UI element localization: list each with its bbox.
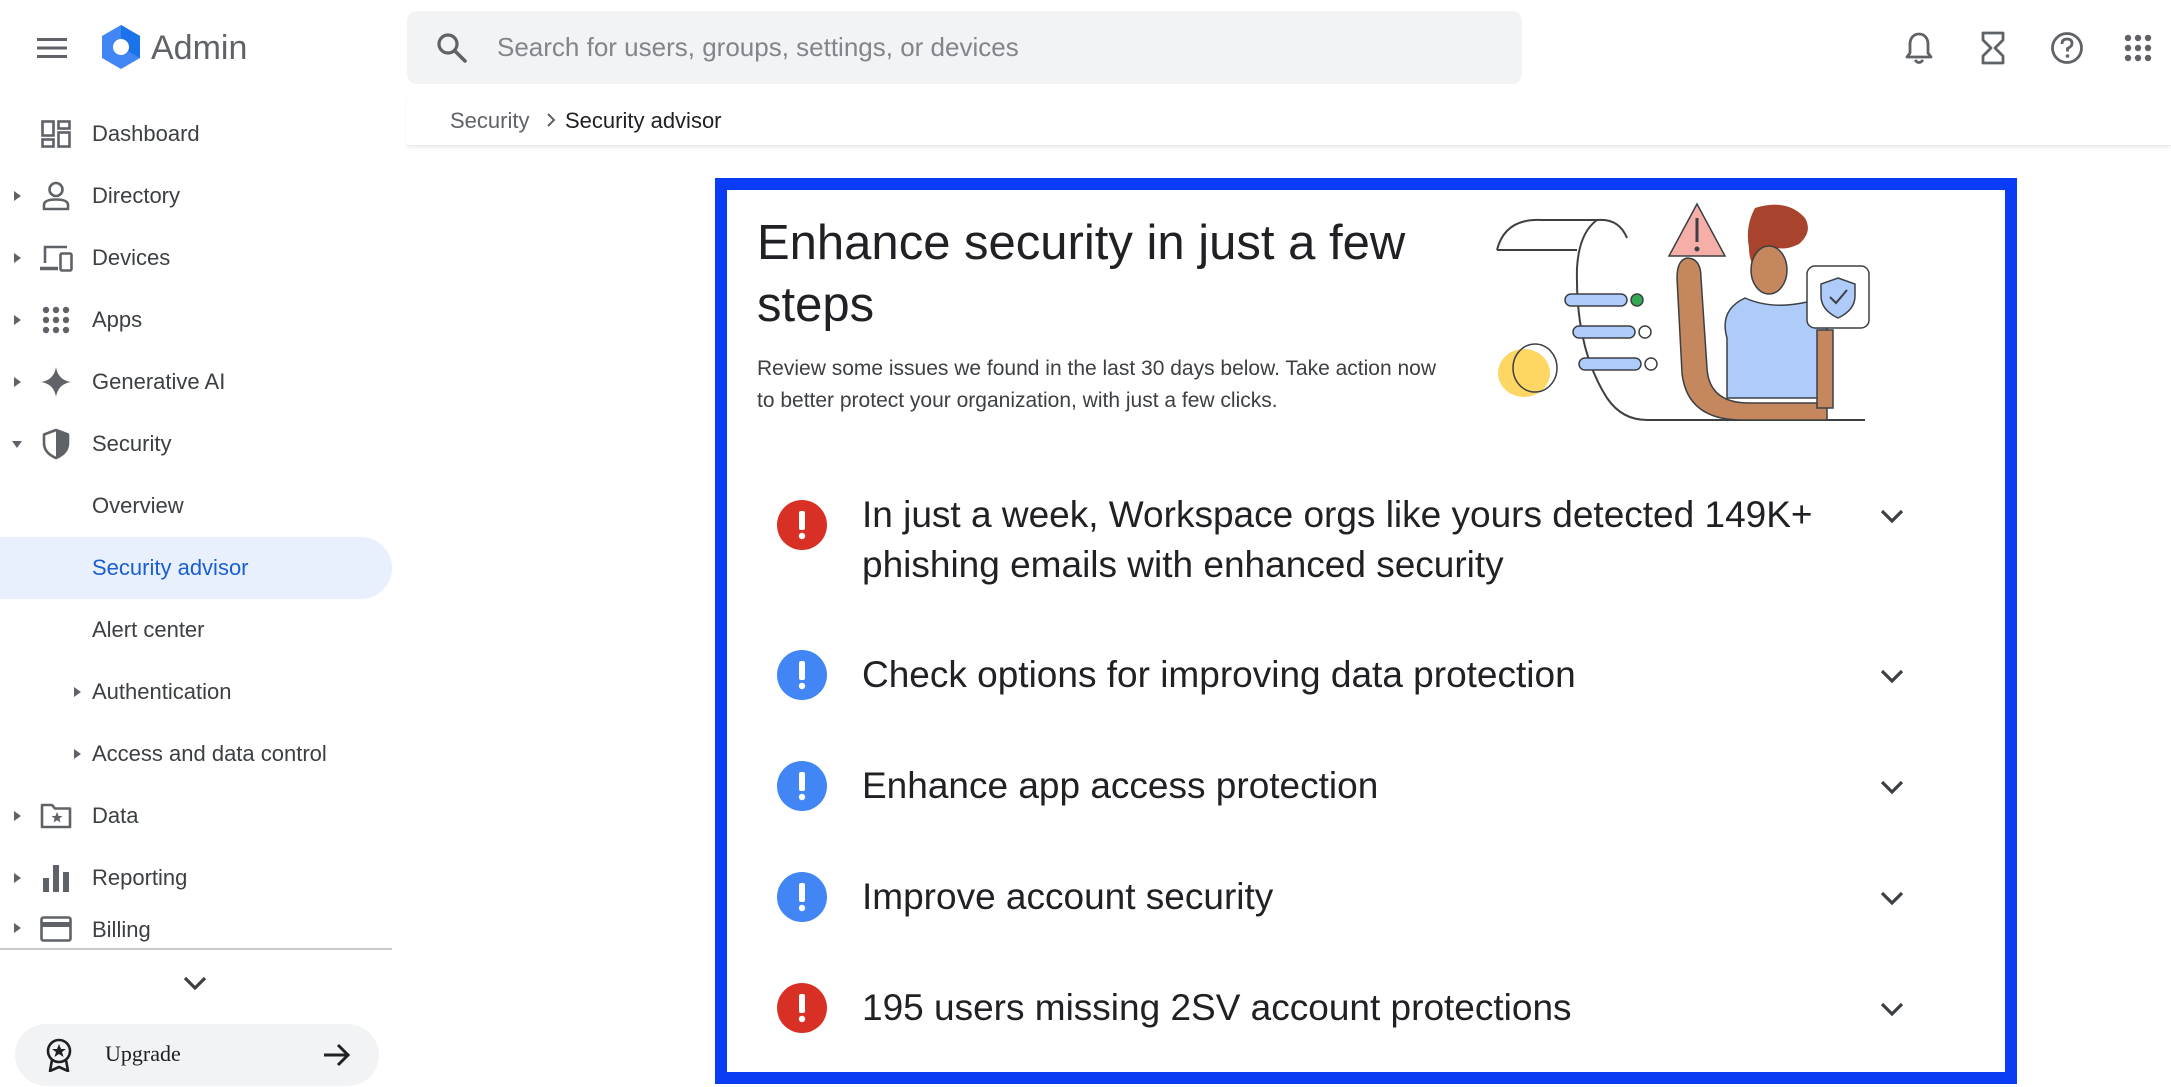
chevron-right-icon xyxy=(547,113,556,127)
sidebar-item-label: Authentication xyxy=(92,679,232,704)
sidebar-item-label: Data xyxy=(92,803,139,828)
sidebar-item-label: Directory xyxy=(92,183,181,208)
notifications-button[interactable] xyxy=(1895,24,1943,72)
credit-card-icon xyxy=(38,911,74,947)
issue-item-2sv[interactable]: 195 users missing 2SV account protection… xyxy=(765,983,1945,1038)
sidebar-item-generative-ai[interactable]: Generative AI xyxy=(0,351,392,413)
issue-item-account-security[interactable]: Improve account security xyxy=(765,872,1945,927)
chevron-down-icon[interactable] xyxy=(1877,995,1907,1025)
sidebar-item-label: Billing xyxy=(92,917,151,942)
sidebar-item-label: Generative AI xyxy=(92,369,226,394)
info-alert-icon xyxy=(777,761,827,811)
caret-right-icon[interactable] xyxy=(70,685,84,699)
breadcrumb: Security Security advisor xyxy=(407,96,2171,146)
apps-dots-icon xyxy=(38,302,74,338)
issue-text: Enhance app access protection xyxy=(862,765,1379,806)
search-icon[interactable] xyxy=(435,31,469,65)
sidebar-item-access-and-data-control[interactable]: Access and data control xyxy=(0,723,392,785)
caret-right-icon[interactable] xyxy=(10,375,24,389)
sidebar-item-devices[interactable]: Devices xyxy=(0,227,392,289)
chevron-down-icon[interactable] xyxy=(1877,773,1907,803)
top-bar: Admin xyxy=(0,0,2171,96)
info-alert-icon xyxy=(777,650,827,700)
award-icon xyxy=(46,1038,72,1072)
issue-item-app-access[interactable]: Enhance app access protection xyxy=(765,761,1945,816)
chevron-down-icon xyxy=(183,976,207,991)
issue-item-data-protection[interactable]: Check options for improving data protect… xyxy=(765,650,1945,705)
help-button[interactable] xyxy=(2043,24,2091,72)
google-apps-button[interactable] xyxy=(2114,24,2162,72)
sidebar-item-security-advisor[interactable]: Security advisor xyxy=(0,537,392,599)
sidebar-item-overview[interactable]: Overview xyxy=(0,475,392,537)
dashboard-icon xyxy=(38,116,74,152)
breadcrumb-parent-link[interactable]: Security xyxy=(450,108,529,134)
bar-chart-icon xyxy=(38,860,74,896)
upgrade-label: Upgrade xyxy=(105,1041,181,1066)
app-title[interactable]: Admin xyxy=(151,26,247,70)
sidebar: Dashboard Directory Devices Apps Generat… xyxy=(0,96,392,1087)
chevron-down-icon[interactable] xyxy=(1877,662,1907,692)
sidebar-item-directory[interactable]: Directory xyxy=(0,165,392,227)
card-title: Enhance security in just a few steps xyxy=(757,216,1406,332)
hourglass-icon xyxy=(1981,31,2005,65)
sparkle-icon xyxy=(38,364,74,400)
sidebar-item-label: Access and data control xyxy=(92,741,327,766)
caret-right-icon[interactable] xyxy=(10,871,24,885)
bell-icon xyxy=(1905,32,1933,64)
security-illustration xyxy=(1496,202,1870,421)
devices-icon xyxy=(38,240,74,276)
admin-logo-icon[interactable] xyxy=(98,24,144,70)
caret-right-icon[interactable] xyxy=(10,189,24,203)
help-icon xyxy=(2051,32,2083,64)
info-alert-icon xyxy=(777,872,827,922)
sidebar-item-label: Reporting xyxy=(92,865,188,890)
caret-right-icon[interactable] xyxy=(10,921,24,935)
search-input[interactable] xyxy=(497,11,1497,84)
sidebar-item-label: Dashboard xyxy=(92,121,200,146)
folder-star-icon xyxy=(38,798,74,834)
sidebar-item-label: Alert center xyxy=(92,617,205,642)
breadcrumb-current: Security advisor xyxy=(565,108,722,133)
card-subtitle: Review some issues we found in the last … xyxy=(757,357,1436,412)
chevron-down-icon[interactable] xyxy=(1877,502,1907,532)
sidebar-item-reporting[interactable]: Reporting xyxy=(0,847,392,909)
sidebar-item-label: Devices xyxy=(92,245,171,270)
chevron-down-icon[interactable] xyxy=(1877,884,1907,914)
caret-right-icon[interactable] xyxy=(70,747,84,761)
issue-text: Check options for improving data protect… xyxy=(862,654,1576,695)
issue-item-phishing[interactable]: In just a week, Workspace orgs like your… xyxy=(765,490,1945,590)
sidebar-item-label: Overview xyxy=(92,493,184,518)
tasks-button[interactable] xyxy=(1969,24,2017,72)
critical-alert-icon xyxy=(777,983,827,1033)
sidebar-item-data[interactable]: Data xyxy=(0,785,392,847)
person-icon xyxy=(38,178,74,214)
caret-down-icon[interactable] xyxy=(10,437,24,451)
issue-text: In just a week, Workspace orgs like your… xyxy=(862,494,1813,585)
upgrade-button[interactable]: Upgrade xyxy=(15,1024,379,1086)
sidebar-item-label: Security advisor xyxy=(92,555,249,580)
sidebar-item-apps[interactable]: Apps xyxy=(0,289,392,351)
arrow-right-icon xyxy=(324,1043,351,1067)
caret-right-icon[interactable] xyxy=(10,809,24,823)
apps-grid-icon xyxy=(2124,34,2152,62)
security-advisor-card: Enhance security in just a few steps Rev… xyxy=(715,178,2017,1084)
sidebar-item-dashboard[interactable]: Dashboard xyxy=(0,103,392,165)
sidebar-divider xyxy=(0,948,392,950)
sidebar-item-label: Security xyxy=(92,431,172,456)
caret-right-icon[interactable] xyxy=(10,251,24,265)
main-menu-button[interactable] xyxy=(30,26,74,70)
search-bar[interactable] xyxy=(407,11,1522,84)
critical-alert-icon xyxy=(777,500,827,550)
sidebar-expand-button[interactable] xyxy=(178,966,212,1000)
sidebar-item-authentication[interactable]: Authentication xyxy=(0,661,392,723)
sidebar-item-billing[interactable]: Billing xyxy=(0,909,392,949)
caret-right-icon[interactable] xyxy=(10,313,24,327)
issue-text: Improve account security xyxy=(862,876,1274,917)
menu-icon xyxy=(37,38,67,58)
sidebar-item-alert-center[interactable]: Alert center xyxy=(0,599,392,661)
sidebar-item-label: Apps xyxy=(92,307,143,332)
sidebar-item-security[interactable]: Security xyxy=(0,413,392,475)
issue-text: 195 users missing 2SV account protection… xyxy=(862,987,1572,1028)
shield-icon xyxy=(38,426,74,462)
